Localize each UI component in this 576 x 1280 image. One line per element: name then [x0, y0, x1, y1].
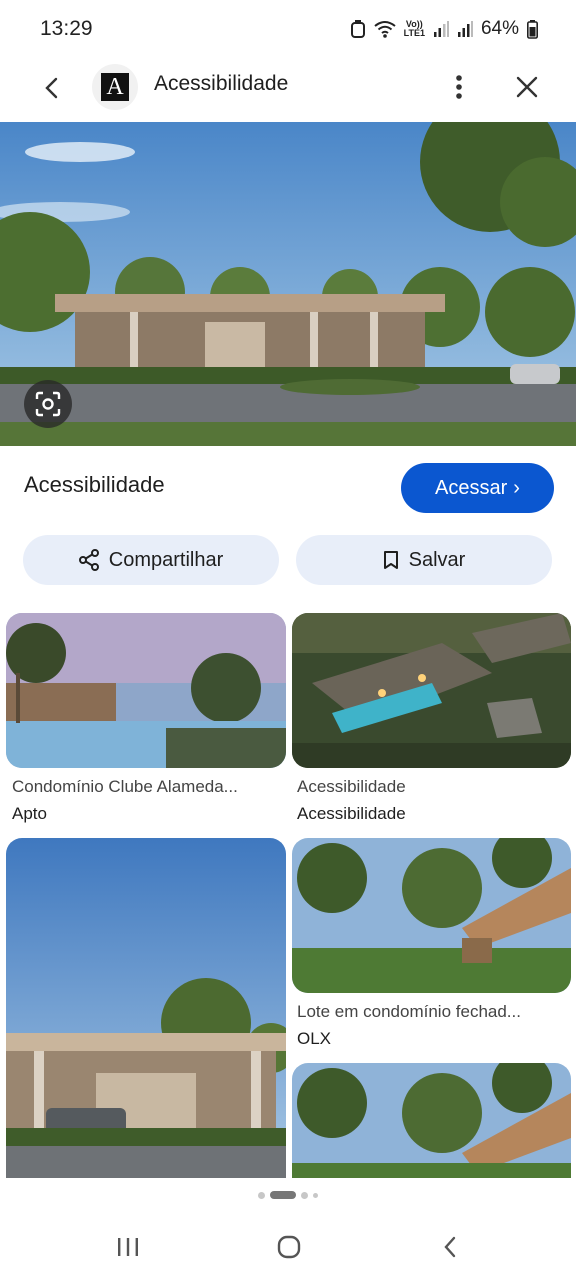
- save-button[interactable]: Salvar: [296, 535, 552, 585]
- result-card-source: Acessibilidade: [297, 804, 406, 823]
- pager-dot: [313, 1192, 318, 1198]
- app-bar: A Acessibilidade: [0, 58, 576, 120]
- battery-icon: [527, 19, 538, 39]
- visit-button[interactable]: Acessar ›: [401, 463, 554, 513]
- recents-icon[interactable]: [108, 1230, 148, 1264]
- page-title: Acessibilidade: [154, 72, 289, 95]
- share-button-label: Compartilhar: [108, 548, 224, 571]
- alarm-icon: [350, 20, 365, 38]
- close-icon[interactable]: [510, 70, 544, 104]
- status-time: 13:29: [40, 17, 93, 40]
- result-card-image[interactable]: [292, 613, 571, 768]
- home-icon[interactable]: [269, 1230, 309, 1264]
- pager-indicator: [0, 1188, 576, 1202]
- result-title: Acessibilidade: [24, 472, 165, 497]
- volte-indicator: Vo)) LTE1: [403, 19, 425, 38]
- share-button[interactable]: Compartilhar: [23, 535, 279, 585]
- chevron-right-icon: ›: [513, 476, 520, 499]
- site-logo[interactable]: A: [92, 64, 138, 110]
- result-card-image[interactable]: [6, 838, 286, 1178]
- pager-dot: [301, 1191, 308, 1199]
- result-card-title[interactable]: Lote em condomínio fechad...: [297, 1002, 565, 1022]
- pager-dot: [258, 1191, 265, 1199]
- result-card-image[interactable]: [292, 1063, 571, 1178]
- more-vert-icon[interactable]: [444, 70, 474, 104]
- share-icon: [78, 549, 99, 571]
- result-card-image[interactable]: [6, 613, 286, 768]
- signal-icon-1: [433, 21, 449, 37]
- back-arrow-icon[interactable]: [36, 72, 68, 104]
- result-card-source: OLX: [297, 1029, 332, 1048]
- system-nav-bar: [0, 1212, 576, 1280]
- result-card-title[interactable]: Acessibilidade: [297, 777, 565, 797]
- bookmark-icon: [383, 551, 398, 569]
- save-button-label: Salvar: [408, 548, 466, 571]
- lens-icon[interactable]: [24, 380, 72, 428]
- result-card-title[interactable]: Condomínio Clube Alameda...: [12, 777, 280, 797]
- status-icons: Vo)) LTE1 64%: [350, 18, 538, 40]
- hero-illustration: [0, 122, 576, 446]
- result-card-image[interactable]: [292, 838, 571, 993]
- hero-image[interactable]: [0, 122, 576, 446]
- wifi-icon: [374, 21, 396, 38]
- signal-icon-2: [457, 21, 473, 37]
- nav-back-icon[interactable]: [430, 1230, 470, 1264]
- result-card-source: Apto: [12, 804, 47, 823]
- site-logo-letter: A: [101, 73, 129, 101]
- status-bar: 13:29 Vo)) LTE1 64%: [0, 0, 576, 58]
- visit-button-label: Acessar: [435, 476, 508, 499]
- battery-percent: 64%: [480, 18, 519, 39]
- pager-dot-active: [270, 1191, 296, 1199]
